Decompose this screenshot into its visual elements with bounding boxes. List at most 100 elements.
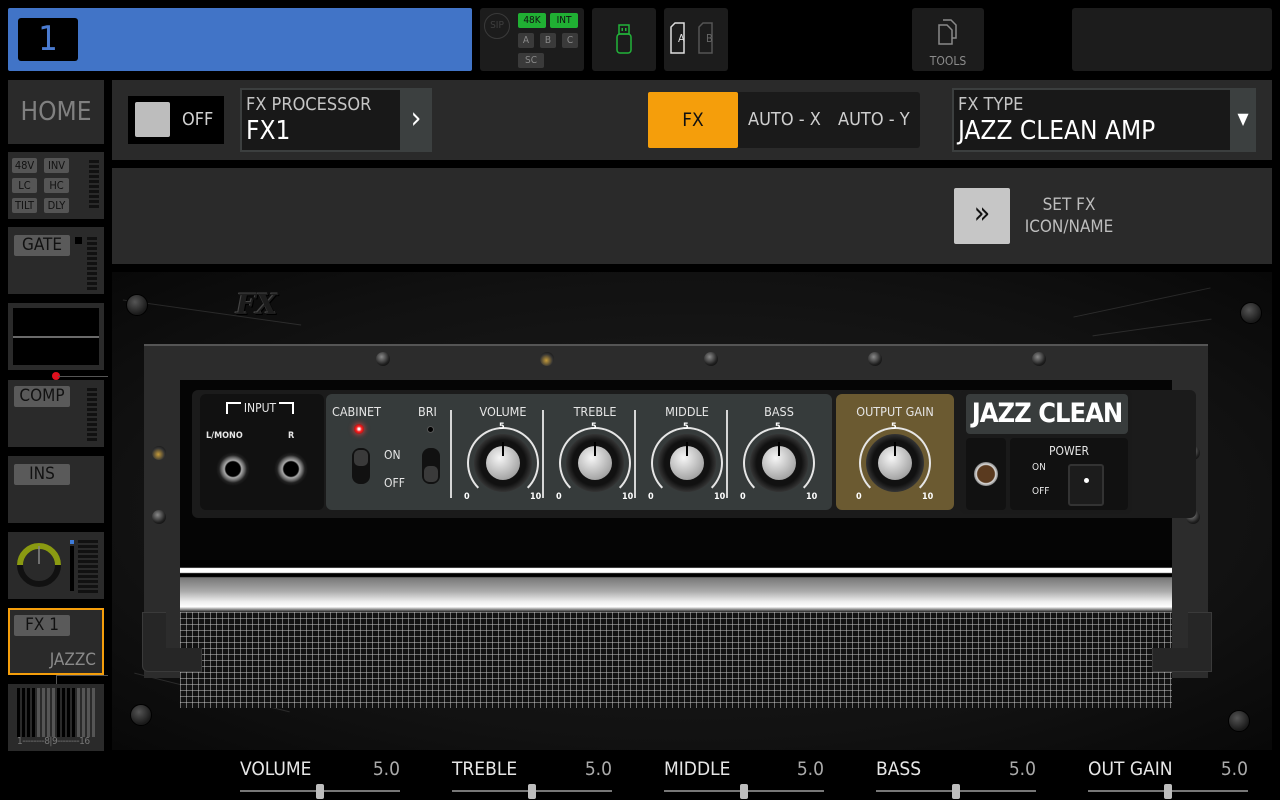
processor-value: FX1 [246,116,291,146]
cabinet-toggle[interactable] [352,448,370,484]
bus-send-bar [52,688,55,737]
knob-treble[interactable]: 5 0 10 [556,422,634,502]
dropdown-arrow-icon[interactable]: ▼ [1230,88,1256,152]
bus-b-badge: B [540,33,556,48]
tools-label: TOOLS [929,54,967,68]
fx1-block-selected[interactable]: FX 1 JAZZC [8,608,104,675]
slider-out-gain[interactable]: OUT GAIN 5.0 [1088,752,1248,800]
knob-middle[interactable]: 5 0 10 [648,422,726,502]
bus-a-badge: A [518,33,534,48]
bri-toggle[interactable] [422,448,440,484]
slider-thumb[interactable] [316,784,324,799]
fx-subheader: » SET FX ICON/NAME [112,168,1272,264]
knob-volume[interactable]: 5 0 10 [464,422,542,502]
eq-block[interactable] [8,303,104,370]
slider-thumb[interactable] [740,784,748,799]
knob-bass[interactable]: 5 0 10 [740,422,818,502]
slider-value: 5.0 [796,758,824,780]
fader-block[interactable] [8,532,104,599]
bus-send-bar [22,688,25,737]
tab-auto-x[interactable]: AUTO - X [748,92,821,148]
bus-send-bar [72,688,75,737]
power-section: JAZZ CLEAN POWER ON OFF [960,390,1132,514]
sc-badge: SC [518,53,544,68]
usb-button[interactable] [592,8,656,71]
gate-block[interactable]: GATE [8,227,104,294]
bus-send-bar [37,688,40,737]
slider-label: OUT GAIN [1088,758,1173,780]
documents-icon [938,19,957,45]
bri-label: BRI [418,404,437,419]
insert-block[interactable]: INS [8,456,104,523]
screw-icon [1228,710,1250,732]
fx-power-toggle[interactable]: OFF [128,96,224,144]
slider-volume[interactable]: VOLUME 5.0 [240,752,400,800]
bus-send-bar [82,688,85,737]
comp-block[interactable]: COMP [8,380,104,447]
slider-thumb[interactable] [1164,784,1172,799]
bus-send-bars [17,688,97,737]
knob-max-mark: 10 [714,492,726,502]
bus-send-bar [42,688,45,737]
pan-knob-icon [17,543,61,587]
input-jack-right[interactable] [274,452,308,486]
knob-divider [450,410,452,498]
slider-thumb[interactable] [528,784,536,799]
gate-label: GATE [14,235,70,256]
amp-trim [180,560,1172,612]
input-jack-left[interactable] [216,452,250,486]
bus-scale-label: 1--------8|9--------16 [17,736,90,747]
cabinet-label: CABINET [332,404,381,419]
eq-curve-line [13,336,99,338]
bus-sends-block[interactable]: 1--------8|9--------16 [8,684,104,751]
knob-label: OUTPUT GAIN [856,404,934,419]
power-state-label: OFF [182,109,214,130]
inv-tag: INV [44,158,69,173]
knob-mid-mark: 5 [591,422,597,432]
knob-output-gain[interactable]: 5 0 10 [856,422,934,502]
slider-treble[interactable]: TREBLE 5.0 [452,752,612,800]
slider-value: 5.0 [1008,758,1036,780]
knob-mid-mark: 5 [683,422,689,432]
set-fx-label: SET FX ICON/NAME [1012,194,1126,238]
slider-label: TREBLE [452,758,518,780]
fx-type-dropdown[interactable]: FX TYPE JAZZ CLEAN AMP ▼ [952,88,1256,152]
cabinet-on-label: ON [384,448,401,462]
card-b-label[interactable]: B [706,32,713,45]
home-button[interactable]: HOME [8,80,104,144]
sd-card-panel[interactable]: A B [664,8,728,71]
tab-fx[interactable]: FX [648,92,738,148]
set-fx-icon-name-button[interactable]: » [954,188,1010,244]
sample-rate-badge: 48K [518,13,546,28]
slider-middle[interactable]: MIDDLE 5.0 [664,752,824,800]
preamp-meter [89,160,99,210]
fx1-type-short: JAZZC [49,650,96,670]
tools-button[interactable]: TOOLS [912,8,984,71]
knob-label: VOLUME [479,404,527,419]
cabinet-off-label: OFF [384,476,405,490]
meter-peak-indicator [70,540,74,544]
bus-send-bar [17,688,20,737]
set-fx-label-line2: ICON/NAME [1024,217,1114,237]
amp-cabinet: INPUT L/MONO R CABINET ON OFF BRI VOLUME… [144,344,1208,708]
screw-icon [1240,302,1262,324]
toggle-switch[interactable] [135,102,170,137]
fx1-label: FX 1 [14,615,70,636]
knob-mid-mark: 5 [891,422,897,432]
knob-divider [634,410,636,498]
status-panel[interactable]: SIP 48K INT A B C SC [480,8,584,71]
fx-processor-selector[interactable]: FX PROCESSOR FX1 › [240,88,432,152]
power-rocker-switch[interactable] [1068,464,1104,506]
slider-label: BASS [876,758,922,780]
knob-min-mark: 0 [856,492,862,502]
tab-auto-y[interactable]: AUTO - Y [838,92,910,148]
channel-header[interactable]: 1 [8,8,472,71]
slider-thumb[interactable] [952,784,960,799]
knob-min-mark: 0 [464,492,470,502]
knob-max-mark: 10 [806,492,818,502]
chevron-right-icon[interactable]: › [400,88,432,152]
output-gain-section: OUTPUT GAIN 5 0 10 [836,394,954,510]
card-a-label[interactable]: A [678,32,685,45]
preamp-block[interactable]: 48V INV LC HC TILT DLY [8,152,104,219]
slider-bass[interactable]: BASS 5.0 [876,752,1036,800]
